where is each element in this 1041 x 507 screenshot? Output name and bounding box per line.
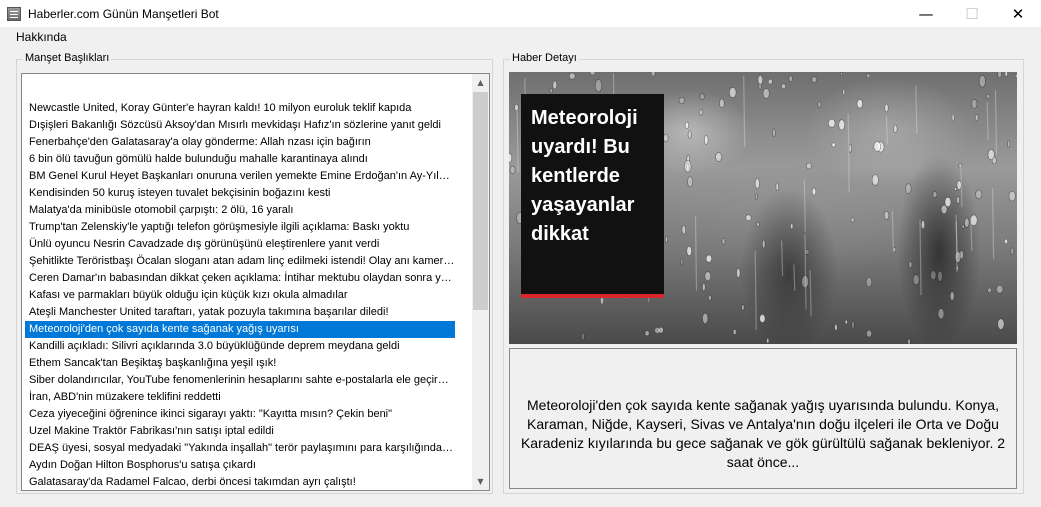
headlines-list: Newcastle United, Koray Günter'e hayran … — [25, 100, 455, 490]
list-item[interactable]: Newcastle United, Koray Günter'e hayran … — [25, 100, 455, 117]
detail-group: Haber Detayı Meteoroloji uyardı! Bu kent… — [503, 52, 1024, 494]
list-item[interactable]: Meteoroloji'den çok sayıda kente sağanak… — [25, 321, 455, 338]
window-title: Haberler.com Günün Manşetleri Bot — [28, 6, 219, 21]
minimize-button[interactable]: — — [903, 0, 949, 27]
image-headline-box: Meteoroloji uyardı! Bu kentlerde yaşayan… — [521, 94, 664, 298]
headlines-group: Manşet Başlıkları Newcastle United, Kora… — [16, 52, 493, 494]
close-button[interactable]: ✕ — [995, 0, 1041, 27]
scroll-down-icon[interactable]: ▼ — [472, 473, 489, 490]
list-item[interactable]: Siber dolandırıcılar, YouTube fenomenler… — [25, 372, 455, 389]
list-item[interactable]: İran, ABD'nin müzakere teklifini reddett… — [25, 389, 455, 406]
list-item[interactable]: Kandilli açıkladı: Silivri açıklarında 3… — [25, 338, 455, 355]
list-item[interactable]: Dışişleri Bakanlığı Sözcüsü Aksoy'dan Mı… — [25, 117, 455, 134]
list-item[interactable]: Şehitlikte Teröristbaşı Öcalan sloganı a… — [25, 253, 455, 270]
window-controls: — ☐ ✕ — [903, 0, 1041, 27]
list-item[interactable]: Malatya'da minibüsle otomobil çarpıştı: … — [25, 202, 455, 219]
list-item[interactable]: Kendisinden 50 kuruş isteyen tuvalet bek… — [25, 185, 455, 202]
app-icon — [7, 6, 21, 21]
news-detail-box: Meteoroloji'den çok sayıda kente sağanak… — [509, 348, 1017, 489]
list-item[interactable]: Ateşli Manchester United taraftarı, yata… — [25, 304, 455, 321]
scroll-thumb[interactable] — [473, 92, 488, 310]
headlines-listbox[interactable]: Newcastle United, Koray Günter'e hayran … — [21, 73, 490, 491]
list-item[interactable]: Kafası ve parmakları büyük olduğu için k… — [25, 287, 455, 304]
scroll-up-icon[interactable]: ▲ — [472, 74, 489, 91]
list-item[interactable]: Fenerbahçe'den Galatasaray'a olay gönder… — [25, 134, 455, 151]
title-bar: Haberler.com Günün Manşetleri Bot — ☐ ✕ — [0, 0, 1041, 27]
news-description: Meteoroloji'den çok sayıda kente sağanak… — [520, 396, 1006, 470]
list-item[interactable]: Ceren Damar'ın babasından dikkat çeken a… — [25, 270, 455, 287]
list-item[interactable]: Ceza yiyeceğini öğrenince ikinci sigaray… — [25, 406, 455, 423]
menu-bar: Hakkında — [0, 27, 1041, 47]
list-item[interactable]: Ünlü oyuncu Nesrin Cavadzade dış görünüş… — [25, 236, 455, 253]
vertical-scrollbar[interactable]: ▲ ▼ — [472, 74, 489, 490]
maximize-button[interactable]: ☐ — [949, 0, 995, 27]
list-item[interactable]: Trump'tan Zelenskiy'le yaptığı telefon g… — [25, 219, 455, 236]
list-item[interactable]: 6 bin ölü tavuğun gömülü halde bulunduğu… — [25, 151, 455, 168]
news-picture: Meteoroloji uyardı! Bu kentlerde yaşayan… — [509, 72, 1017, 344]
list-item[interactable]: BM Genel Kurul Heyet Başkanları onuruna … — [25, 168, 455, 185]
menu-item-about[interactable]: Hakkında — [0, 30, 76, 44]
list-item[interactable]: Ethem Sancak'tan Beşiktaş başkanlığına y… — [25, 355, 455, 372]
list-item[interactable]: Aydın Doğan Hilton Bosphorus'u satışa çı… — [25, 457, 455, 474]
image-headline: Meteoroloji uyardı! Bu kentlerde yaşayan… — [531, 107, 638, 245]
list-item[interactable]: DEAŞ üyesi, sosyal medyadaki "Yakında in… — [25, 440, 455, 457]
headlines-group-label: Manşet Başlıkları — [23, 52, 112, 64]
detail-group-label: Haber Detayı — [510, 52, 579, 64]
list-item[interactable]: Uzel Makine Traktör Fabrikası'nın satışı… — [25, 423, 455, 440]
list-item[interactable]: Galatasaray'da Radamel Falcao, derbi önc… — [25, 474, 455, 490]
